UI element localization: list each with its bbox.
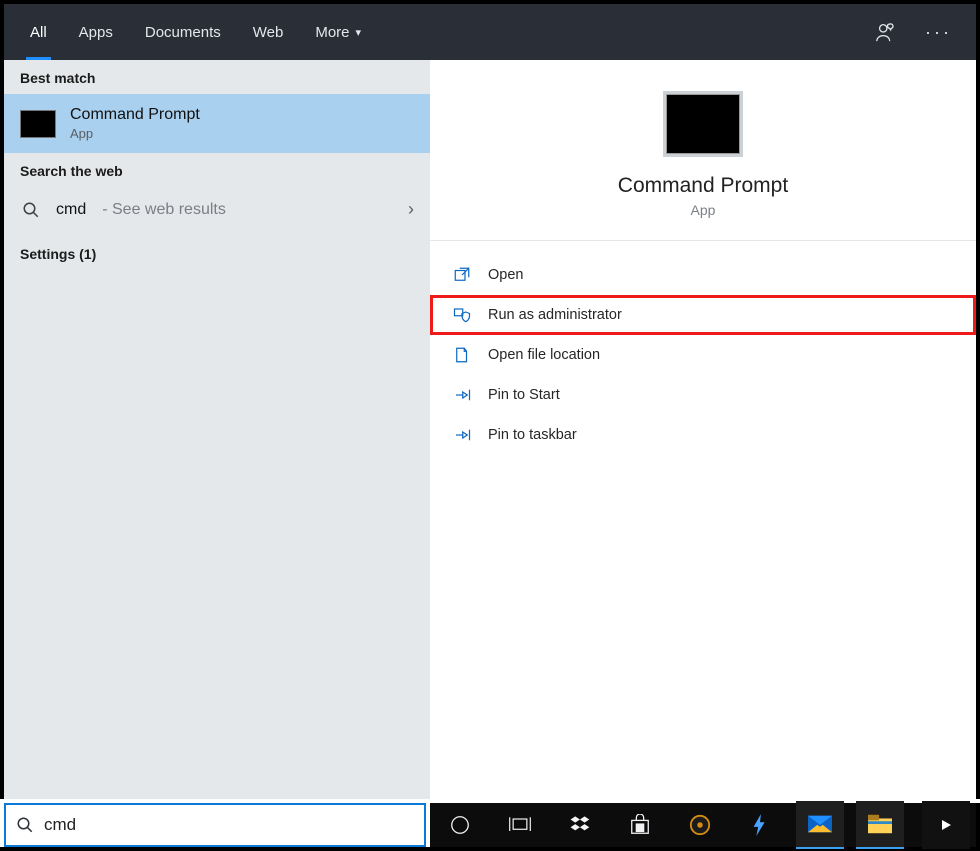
tab-label: All [30,24,47,41]
result-subtitle: App [70,126,200,141]
result-title: Command Prompt [70,106,200,124]
chevron-right-icon: › [408,199,414,220]
result-texts: Command Prompt App [70,106,200,141]
tab-apps[interactable]: Apps [63,4,129,60]
action-label: Pin to taskbar [488,427,577,443]
action-label: Open [488,267,523,283]
tab-documents[interactable]: Documents [129,4,237,60]
preview-title: Command Prompt [618,174,788,198]
search-filter-tabs: All Apps Documents Web More ▾ ··· [0,0,980,60]
feedback-icon[interactable] [875,21,897,43]
search-icon [16,816,34,834]
tab-label: Apps [79,24,113,41]
action-label: Pin to Start [488,387,560,403]
tab-label: Web [253,24,284,41]
action-label: Open file location [488,347,600,363]
terminal-icon [20,110,56,138]
shield-admin-icon [452,306,472,324]
action-open[interactable]: Open [430,255,976,295]
action-label: Run as administrator [488,307,622,323]
chevron-down-icon: ▾ [356,26,362,39]
taskbar [430,803,980,851]
best-match-header: Best match [4,60,430,94]
taskbar-cortana[interactable] [436,801,484,849]
action-pin-to-start[interactable]: Pin to Start [430,375,976,415]
tab-more[interactable]: More ▾ [299,4,377,60]
taskbar-mail[interactable] [796,801,844,849]
web-query-text: cmd [56,201,86,219]
taskbar-file-explorer[interactable] [856,801,904,849]
folder-location-icon [452,346,472,364]
preview-header: Command Prompt App [430,60,976,241]
web-hint-text: - See web results [102,201,226,219]
pin-taskbar-icon [452,426,472,444]
taskbar-store[interactable] [616,801,664,849]
taskbar-tray-app[interactable] [922,801,970,849]
taskbar-task-view[interactable] [496,801,544,849]
search-input[interactable] [44,815,414,835]
open-icon [452,266,472,284]
frame-border [0,847,430,851]
action-run-as-administrator[interactable]: Run as administrator [430,295,976,335]
search-workspace: Best match Command Prompt App Search the… [0,60,980,799]
more-options-icon[interactable]: ··· [925,22,952,43]
tab-web[interactable]: Web [237,4,300,60]
top-right-controls: ··· [875,21,966,43]
preview-subtitle: App [691,202,716,218]
taskbar-disc-app[interactable] [676,801,724,849]
settings-results-header[interactable]: Settings (1) [4,232,430,276]
preview-pane: Command Prompt App Open Run as administr… [430,60,980,799]
action-open-file-location[interactable]: Open file location [430,335,976,375]
results-pane: Best match Command Prompt App Search the… [0,60,430,799]
pin-icon [452,386,472,404]
search-icon [20,201,42,219]
taskbar-dropbox[interactable] [556,801,604,849]
action-pin-to-taskbar[interactable]: Pin to taskbar [430,415,976,455]
tab-label: More [315,24,349,41]
tab-label: Documents [145,24,221,41]
preview-actions: Open Run as administrator Open file loca… [430,241,976,469]
search-web-header: Search the web [4,153,430,187]
result-command-prompt[interactable]: Command Prompt App [4,94,430,153]
web-result-cmd[interactable]: cmd - See web results › [4,187,430,232]
search-box[interactable] [4,803,426,847]
terminal-icon [666,94,740,154]
taskbar-lightning-app[interactable] [736,801,784,849]
tab-all[interactable]: All [14,4,63,60]
